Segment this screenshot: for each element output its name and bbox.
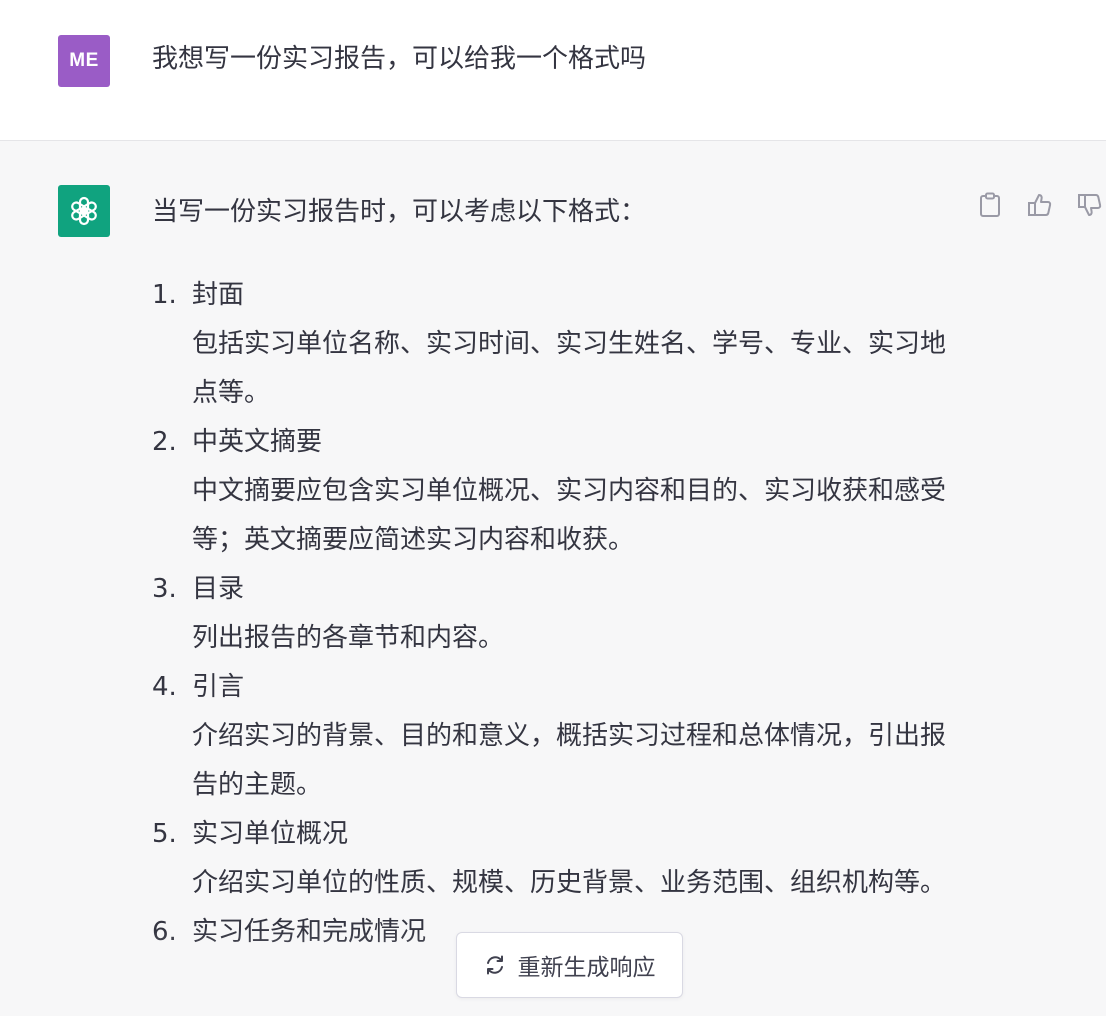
thumbs-down-button[interactable]	[1074, 189, 1106, 221]
list-item-number: 4.	[152, 672, 177, 702]
thumbs-up-icon	[1028, 194, 1052, 216]
thumbs-up-button[interactable]	[1024, 189, 1056, 221]
list-item-description: 介绍实习的背景、目的和意义，概括实习过程和总体情况，引出报告的主题。	[192, 721, 947, 800]
regenerate-response-button[interactable]: 重新生成响应	[456, 932, 683, 998]
regenerate-label: 重新生成响应	[517, 955, 656, 981]
refresh-icon	[486, 955, 503, 975]
list-item-description: 列出报告的各章节和内容。	[192, 623, 505, 653]
assistant-intro-text: 当写一份实习报告时，可以考虑以下格式：	[152, 197, 647, 227]
list-item-number: 1.	[152, 280, 177, 310]
list-item-description: 包括实习单位名称、实习时间、实习生姓名、学号、专业、实习地点等。	[192, 329, 947, 408]
list-item: 3. 目录 列出报告的各章节和内容。	[152, 565, 972, 663]
user-message-text: 我想写一份实习报告，可以给我一个格式吗	[152, 44, 647, 74]
list-item-title: 目录	[192, 574, 245, 604]
list-item: 5. 实习单位概况 介绍实习单位的性质、规模、历史背景、业务范围、组织机构等。	[152, 810, 972, 908]
list-item: 2. 中英文摘要 中文摘要应包含实习单位概况、实习内容和目的、实习收获和感受等；…	[152, 418, 972, 565]
list-item-number: 6.	[152, 917, 177, 947]
list-item-number: 2.	[152, 427, 177, 457]
user-avatar: ME	[58, 35, 110, 87]
list-item-title: 实习单位概况	[192, 819, 349, 849]
format-list: 1. 封面 包括实习单位名称、实习时间、实习生姓名、学号、专业、实习地点等。 2…	[152, 271, 972, 957]
copy-button[interactable]	[974, 189, 1006, 221]
list-item: 1. 封面 包括实习单位名称、实习时间、实习生姓名、学号、专业、实习地点等。	[152, 271, 972, 418]
list-item-number: 3.	[152, 574, 177, 604]
list-item-description: 介绍实习单位的性质、规模、历史背景、业务范围、组织机构等。	[192, 868, 947, 898]
thumbs-down-icon	[1078, 194, 1102, 216]
openai-logo-icon	[71, 196, 97, 226]
user-message-row: ME 我想写一份实习报告，可以给我一个格式吗	[0, 0, 1106, 141]
assistant-avatar	[58, 185, 110, 237]
list-item-title: 引言	[192, 672, 245, 702]
assistant-message-row: 当写一份实习报告时，可以考虑以下格式： 1. 封面 包括实习单位名称、实习时间、	[0, 141, 1106, 1016]
list-item-title: 封面	[192, 280, 245, 310]
list-item-number: 5.	[152, 819, 177, 849]
list-item-description: 中文摘要应包含实习单位概况、实习内容和目的、实习收获和感受等；英文摘要应简述实习…	[192, 476, 947, 555]
list-item: 4. 引言 介绍实习的背景、目的和意义，概括实习过程和总体情况，引出报告的主题。	[152, 663, 972, 810]
list-item-title: 中英文摘要	[192, 427, 323, 457]
copy-icon	[980, 192, 1000, 217]
message-actions	[974, 189, 1106, 221]
